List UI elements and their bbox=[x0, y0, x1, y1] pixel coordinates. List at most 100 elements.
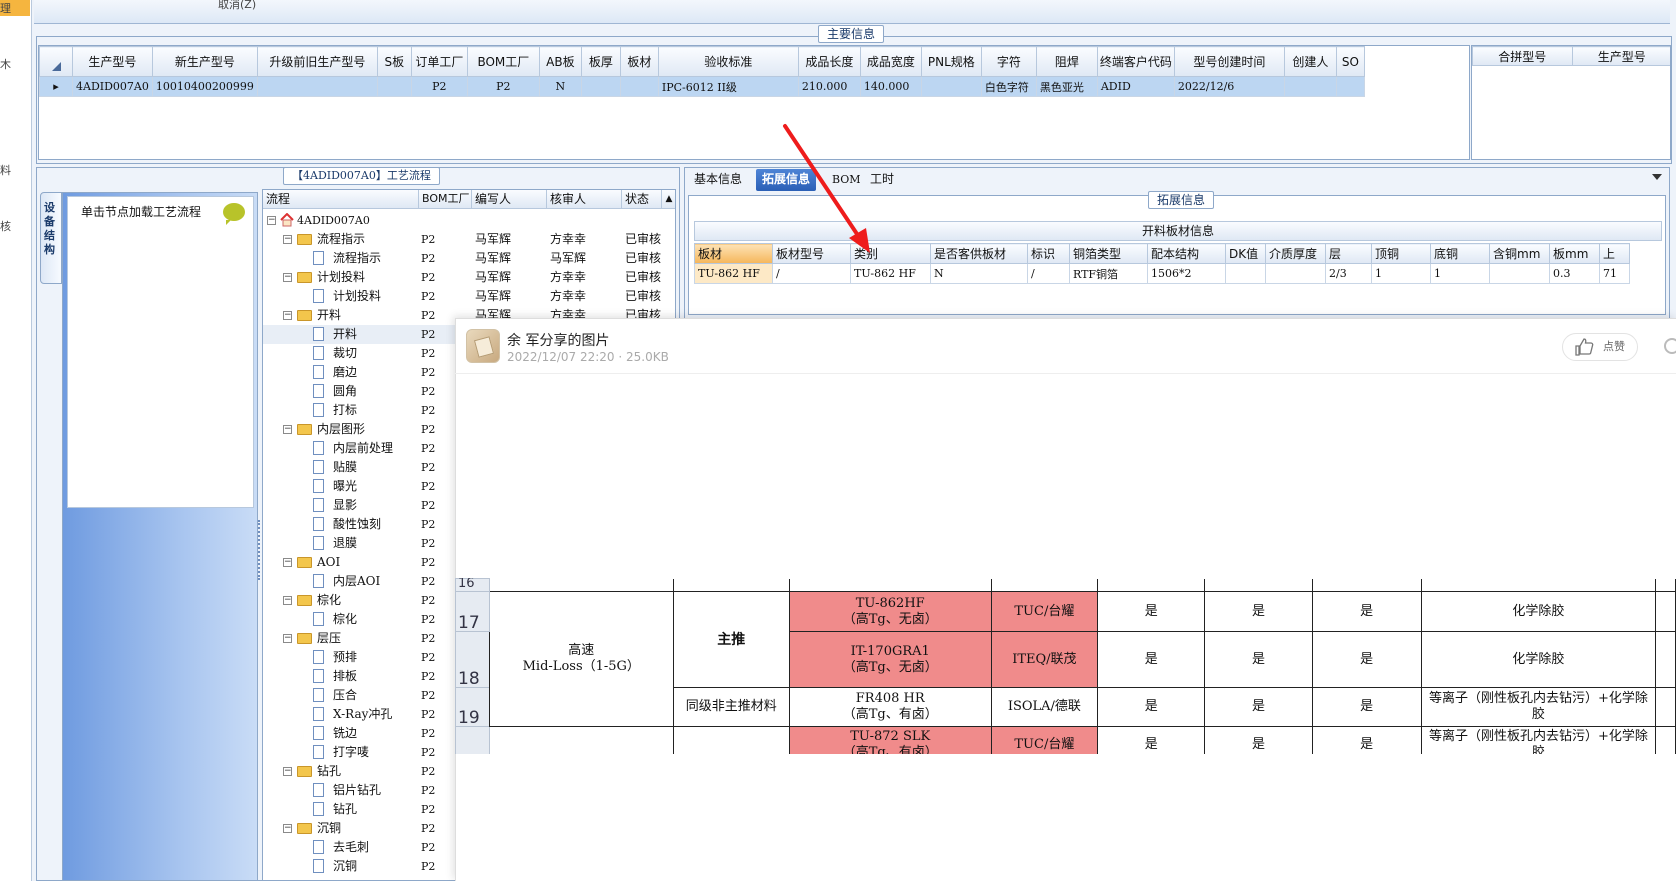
main-col-header[interactable]: 验收标准 bbox=[657, 46, 799, 77]
ext-col-header[interactable]: 板mm bbox=[1549, 243, 1600, 264]
main-col-header[interactable]: 新生产型号 bbox=[151, 46, 258, 77]
tab-extended-info[interactable]: 拓展信息 bbox=[756, 169, 817, 191]
main-col-header[interactable]: BOM工厂 bbox=[466, 46, 540, 77]
ext-cell[interactable]: 1 bbox=[1371, 263, 1431, 284]
main-col-header[interactable]: S板 bbox=[376, 46, 412, 77]
process-tree-row[interactable]: 计划投料 P2 马军辉 方幸幸 已审核 bbox=[263, 287, 675, 306]
main-col-header[interactable]: SO bbox=[1335, 46, 1365, 77]
main-cell[interactable] bbox=[619, 76, 659, 97]
main-cell[interactable]: 140.000 bbox=[859, 76, 922, 97]
ext-col-header[interactable]: 配本结构 bbox=[1147, 243, 1226, 264]
ext-col-header[interactable]: 含铜mm bbox=[1489, 243, 1550, 264]
ext-col-header[interactable]: 标识 bbox=[1027, 243, 1070, 264]
collapse-icon[interactable]: − bbox=[283, 767, 292, 776]
left-strip-char[interactable]: 木 bbox=[0, 56, 11, 72]
ext-cell[interactable]: 71 bbox=[1599, 263, 1630, 284]
main-cell[interactable]: 2022/12/6 bbox=[1173, 76, 1285, 97]
main-cell[interactable]: ADID bbox=[1096, 76, 1175, 97]
main-cell[interactable] bbox=[1335, 76, 1365, 97]
main-cell[interactable]: 210.000 bbox=[797, 76, 861, 97]
main-col-header[interactable]: 创建人 bbox=[1283, 46, 1337, 77]
ext-cell[interactable] bbox=[1225, 263, 1266, 284]
merge-col-header[interactable]: 合拼型号 bbox=[1472, 46, 1573, 66]
main-cell[interactable] bbox=[580, 76, 621, 97]
collapse-icon[interactable]: − bbox=[283, 558, 292, 567]
ext-col-header[interactable]: DK值 bbox=[1225, 243, 1266, 264]
ext-cell[interactable]: 1506*2 bbox=[1147, 263, 1226, 284]
ext-cell[interactable]: TU-862 HF bbox=[694, 263, 773, 284]
tree-col-header[interactable]: 编写人 bbox=[472, 190, 547, 209]
toolbar-cut-label[interactable]: 取消(Z) bbox=[218, 0, 256, 12]
ext-cell[interactable]: / bbox=[772, 263, 851, 284]
collapse-icon[interactable]: − bbox=[283, 425, 292, 434]
collapse-icon[interactable]: − bbox=[283, 273, 292, 282]
main-col-header[interactable]: PNL规格 bbox=[920, 46, 982, 77]
main-col-header[interactable]: 板材 bbox=[619, 46, 659, 77]
scroll-up-icon[interactable]: ▲ bbox=[662, 190, 675, 209]
ext-cell[interactable]: TU-862 HF bbox=[850, 263, 931, 284]
ext-col-header[interactable]: 是否客供板材 bbox=[930, 243, 1028, 264]
ext-col-header[interactable]: 层 bbox=[1325, 243, 1372, 264]
main-cell[interactable]: P2 bbox=[410, 76, 468, 97]
collapse-icon[interactable]: − bbox=[283, 634, 292, 643]
ext-col-header[interactable]: 底铜 bbox=[1430, 243, 1490, 264]
main-col-header[interactable]: 阻焊 bbox=[1035, 46, 1098, 77]
ext-col-header[interactable]: 铜箔类型 bbox=[1069, 243, 1148, 264]
main-cell[interactable]: 10010400200999 bbox=[151, 76, 258, 97]
main-col-header[interactable]: 订单工厂 bbox=[410, 46, 468, 77]
process-tree-row[interactable]: 流程指示 P2 马军辉 马军辉 已审核 bbox=[263, 249, 675, 268]
main-col-header[interactable]: 升级前旧生产型号 bbox=[256, 46, 378, 77]
main-col-header[interactable]: 生产型号 bbox=[72, 46, 153, 77]
ext-cell[interactable]: 1 bbox=[1430, 263, 1490, 284]
tree-col-header[interactable]: 核审人 bbox=[547, 190, 622, 209]
ext-cell[interactable]: / bbox=[1027, 263, 1070, 284]
left-strip-char[interactable]: 理 bbox=[0, 0, 11, 16]
tab-basic-info[interactable]: 基本信息 bbox=[688, 169, 748, 191]
ext-cell[interactable]: 0.3 bbox=[1549, 263, 1600, 284]
main-col-header[interactable]: AB板 bbox=[538, 46, 582, 77]
main-cell[interactable]: 黑色亚光 bbox=[1035, 76, 1098, 97]
ext-cell[interactable] bbox=[1489, 263, 1550, 284]
main-cell[interactable] bbox=[376, 76, 412, 97]
ext-cell[interactable]: RTF铜箔 bbox=[1069, 263, 1148, 284]
tree-col-header[interactable]: 状态 bbox=[622, 190, 662, 209]
left-strip-char[interactable]: 料 bbox=[0, 162, 11, 178]
main-cell[interactable]: IPC-6012 II级 bbox=[657, 76, 799, 97]
ext-cell[interactable]: N bbox=[930, 263, 1028, 284]
device-structure-tab[interactable]: 设备结构 bbox=[40, 192, 62, 284]
process-tree-row[interactable]: − 计划投料 P2 马军辉 方幸幸 已审核 bbox=[263, 268, 675, 287]
main-cell[interactable] bbox=[920, 76, 982, 97]
main-col-header[interactable]: 成品长度 bbox=[797, 46, 861, 77]
main-col-header[interactable]: 型号创建时间 bbox=[1173, 46, 1285, 77]
left-strip-char[interactable]: 核 bbox=[0, 218, 11, 234]
main-col-header[interactable]: 板厚 bbox=[580, 46, 621, 77]
ext-col-header[interactable]: 上 bbox=[1599, 243, 1630, 264]
ext-col-header[interactable]: 类别 bbox=[850, 243, 931, 264]
ext-cell[interactable]: 2/3 bbox=[1325, 263, 1372, 284]
chat-bubble-icon[interactable] bbox=[223, 203, 245, 225]
main-cell[interactable] bbox=[256, 76, 378, 97]
ext-col-header[interactable]: 介质厚度 bbox=[1265, 243, 1326, 264]
row-indicator[interactable]: ▸ bbox=[39, 76, 73, 97]
tab-bom[interactable]: BOM bbox=[826, 169, 867, 191]
ext-col-header[interactable]: 板材型号 bbox=[772, 243, 851, 264]
process-tree-row[interactable]: − 流程指示 P2 马军辉 方幸幸 已审核 bbox=[263, 230, 675, 249]
collapse-icon[interactable]: − bbox=[283, 311, 292, 320]
merge-col-header[interactable]: 生产型号 bbox=[1571, 46, 1670, 66]
main-col-header[interactable]: 成品宽度 bbox=[859, 46, 922, 77]
tabs-dropdown-icon[interactable] bbox=[1652, 174, 1662, 180]
main-cell[interactable] bbox=[1283, 76, 1337, 97]
ext-col-header[interactable]: 顶铜 bbox=[1371, 243, 1431, 264]
collapse-icon[interactable]: − bbox=[267, 216, 276, 225]
main-cell[interactable]: 4ADID007A0 bbox=[72, 76, 153, 97]
ext-col-header[interactable]: 板材 bbox=[694, 243, 773, 264]
load-process-box[interactable]: 单击节点加载工艺流程 bbox=[67, 196, 254, 508]
collapse-icon[interactable]: − bbox=[283, 596, 292, 605]
tree-col-header[interactable]: 流程 bbox=[263, 190, 419, 209]
main-col-header[interactable]: 终端客户代码 bbox=[1096, 46, 1175, 77]
ext-cell[interactable] bbox=[1265, 263, 1326, 284]
process-tree-row[interactable]: − 4ADID007A0 bbox=[263, 211, 675, 230]
main-cell[interactable]: P2 bbox=[466, 76, 540, 97]
tree-col-header[interactable]: BOM工厂 bbox=[419, 190, 472, 209]
more-icon[interactable] bbox=[1664, 338, 1676, 354]
